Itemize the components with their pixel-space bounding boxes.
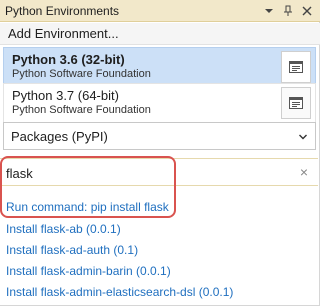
clear-search-icon[interactable]: × [300,164,308,180]
chevron-down-icon[interactable] [261,3,277,19]
window-title: Python Environments [5,3,120,18]
environment-name: Python 3.6 (32-bit) [12,52,125,67]
environment-item-python-37[interactable]: Python 3.7 (64-bit) Python Software Foun… [3,83,316,123]
close-icon[interactable] [299,3,315,19]
packages-dropdown[interactable]: Packages (PyPI) [3,122,316,150]
open-interactive-window-button[interactable] [281,87,311,119]
package-search-input[interactable] [6,163,286,183]
environment-publisher: Python Software Foundation [12,104,151,116]
add-environment-link[interactable]: Add Environment... [0,23,320,45]
environment-publisher: Python Software Foundation [12,68,151,80]
run-command-link[interactable]: Run command: pip install flask [6,200,169,214]
install-result-item[interactable]: Install flask-admin-elasticsearch-dsl (0… [0,281,318,302]
environment-name: Python 3.7 (64-bit) [12,88,119,103]
install-result-item[interactable]: Install flask-admin-barin (0.0.1) [0,260,318,281]
environment-item-python-36[interactable]: Python 3.6 (32-bit) Python Software Foun… [3,47,316,87]
chevron-down-icon [298,130,308,145]
window-icon [289,97,303,109]
title-bar: Python Environments [0,0,320,22]
package-search-box: × [0,158,318,186]
open-interactive-window-button[interactable] [281,51,311,83]
install-result-item[interactable]: Install flask-ad-auth (0.1) [0,239,318,260]
search-results-list: Install flask-ab (0.0.1) Install flask-a… [0,218,318,302]
packages-dropdown-value: Packages (PyPI) [11,128,108,144]
python-environments-panel: Python Environments Add Environment... P… [0,0,320,306]
pin-icon[interactable] [280,3,296,19]
install-result-item[interactable]: Install flask-ab (0.0.1) [0,218,318,239]
window-icon [289,61,303,73]
